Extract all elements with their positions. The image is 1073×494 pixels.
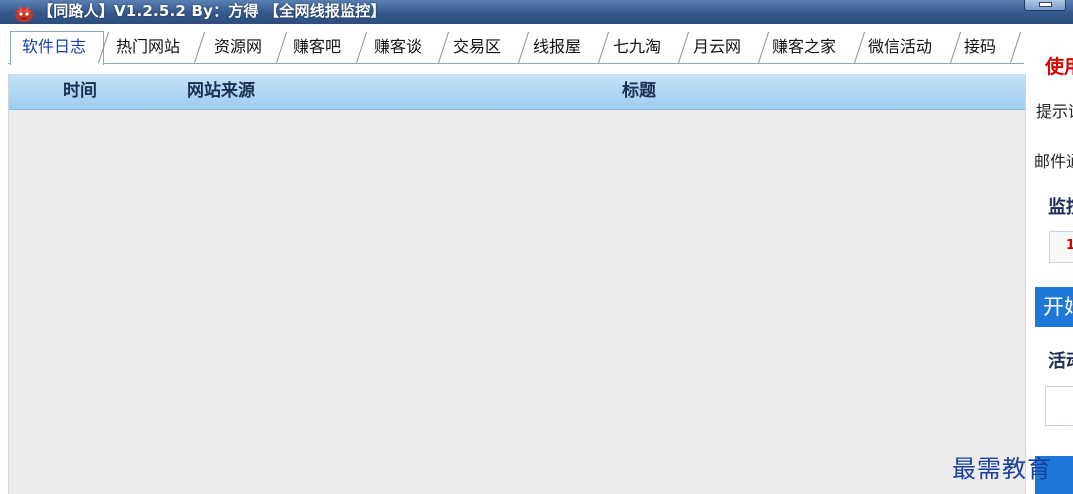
tab-separator [518,32,530,63]
tab-label: 资源网 [214,37,263,56]
monitor-label: 监控 [1048,197,1073,218]
column-header-source[interactable]: 网站来源 [187,74,255,109]
tab-label: 接码 [964,37,997,56]
tab-popular-sites[interactable]: 热门网站 [98,32,196,63]
app-logo-icon [15,6,33,22]
tab-zhuanke-ba[interactable]: 赚客吧 [276,32,356,63]
tab-label: 交易区 [453,37,502,56]
minimize-icon [1039,2,1052,7]
tab-resource-net[interactable]: 资源网 [194,32,276,63]
hint-label: 提示语 [1036,102,1073,121]
column-header-title[interactable]: 标题 [622,74,656,109]
tab-separator [854,32,866,63]
watermark-text: 最需教育 [952,455,1052,483]
tab-xianbao-house[interactable]: 线报屋 [516,32,596,63]
activity-input[interactable] [1045,386,1073,426]
tab-zhuanke-home[interactable]: 赚客之家 [756,32,852,63]
tab-qijiu-tao[interactable]: 七九淘 [596,32,676,63]
tab-trade-zone[interactable]: 交易区 [436,32,516,63]
tab-label: 赚客吧 [293,37,342,56]
tab-label: 线报屋 [533,37,582,56]
log-list-view[interactable]: 时间 网站来源 标题 [8,74,1026,494]
tab-label: 赚客谈 [374,37,423,56]
tab-separator [276,32,288,63]
tab-zhuanke-tan[interactable]: 赚客谈 [356,32,436,63]
column-header-time[interactable]: 时间 [63,74,97,109]
tab-label: 软件日志 [22,37,87,56]
list-header: 时间 网站来源 标题 [9,74,1025,110]
tab-separator [598,32,610,63]
tab-wechat-activity[interactable]: 微信活动 [852,32,948,63]
tab-sms-code[interactable]: 接码 [948,32,1022,63]
tab-label: 七九淘 [613,37,662,56]
tab-separator [950,32,962,63]
tab-label: 赚客之家 [772,37,837,56]
tab-software-log[interactable]: 软件日志 [20,32,104,63]
window-title: 【同路人】V1.2.5.2 By：方得 【全网线报监控】 [38,2,386,20]
minimize-button[interactable] [1024,0,1066,11]
interval-field[interactable]: 1 [1049,231,1073,263]
tab-label: 微信活动 [868,37,933,56]
title-bar[interactable]: 【同路人】V1.2.5.2 By：方得 【全网线报监控】 [0,0,1073,24]
tab-separator [758,32,770,63]
activity-label: 活动 [1048,351,1073,372]
tab-divider-line [8,63,1024,64]
tab-separator [438,32,450,63]
tab-separator [678,32,690,63]
start-button[interactable]: 开始 [1035,287,1073,327]
interval-value: 1 [1066,238,1073,253]
tab-label: 月云网 [693,37,742,56]
tab-separator [356,32,368,63]
mail-label: 邮件通 [1034,152,1073,171]
tab-label: 热门网站 [116,37,181,56]
tab-yueyun-net[interactable]: 月云网 [676,32,756,63]
usage-header: 使用 [1045,56,1073,78]
